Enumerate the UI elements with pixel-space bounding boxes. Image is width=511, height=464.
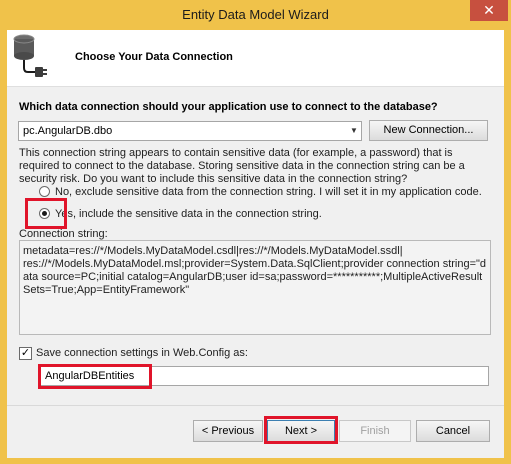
footer-divider — [7, 405, 504, 406]
connection-question: Which data connection should your applic… — [19, 101, 438, 113]
finish-button[interactable]: Finish — [339, 420, 411, 442]
highlight-include-option — [25, 198, 67, 229]
cancel-button[interactable]: Cancel — [416, 420, 490, 442]
sensitive-data-description: This connection string appears to contai… — [19, 147, 465, 185]
connection-dropdown-value: pc.AngularDB.dbo — [23, 125, 113, 137]
include-sensitive-label[interactable]: Yes, include the sensitive data in the c… — [55, 208, 322, 220]
highlight-entity-name — [38, 364, 152, 389]
save-settings-checkbox[interactable]: ✓ — [19, 347, 32, 360]
new-connection-button[interactable]: New Connection... — [369, 120, 488, 141]
exclude-sensitive-label[interactable]: No, exclude sensitive data from the conn… — [55, 186, 482, 198]
page-heading: Choose Your Data Connection — [75, 51, 233, 63]
connection-string-label: Connection string: — [19, 228, 108, 240]
database-connection-icon — [12, 34, 48, 78]
close-button[interactable]: ✕ — [470, 0, 508, 21]
connection-string-value: metadata=res://*/Models.MyDataModel.csdl… — [23, 245, 487, 296]
previous-button[interactable]: < Previous — [193, 420, 263, 442]
save-settings-label[interactable]: Save connection settings in Web.Config a… — [36, 347, 248, 359]
highlight-next-button — [264, 416, 338, 444]
exclude-sensitive-radio[interactable] — [39, 186, 50, 197]
chevron-down-icon[interactable]: ▼ — [347, 122, 361, 140]
window-title: Entity Data Model Wizard — [182, 7, 329, 22]
